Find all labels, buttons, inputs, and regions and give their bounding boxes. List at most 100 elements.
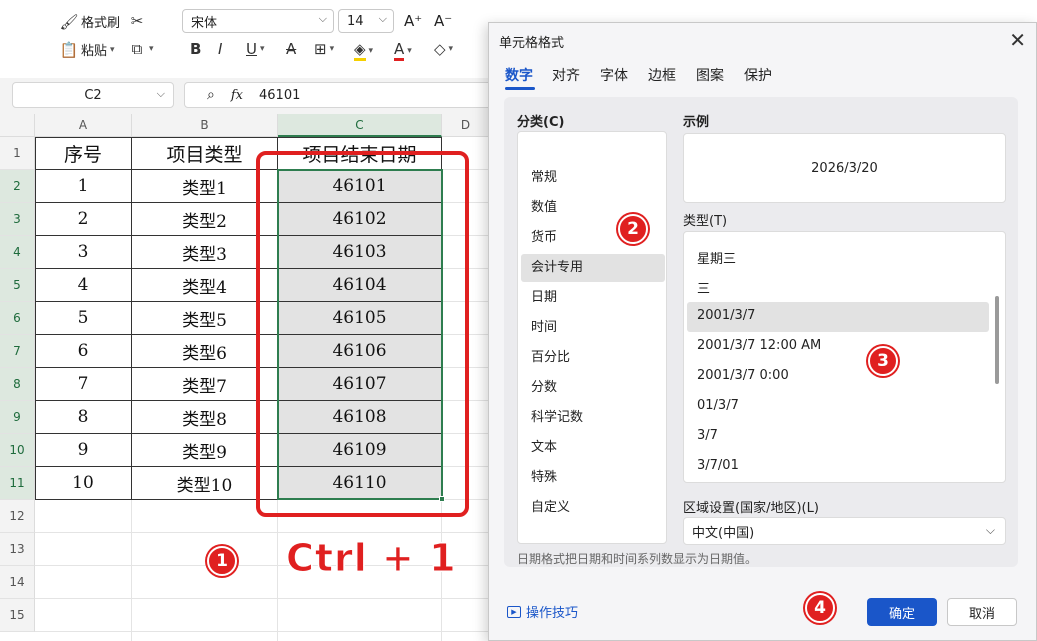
step-badge-3: 3 (868, 346, 898, 376)
formula-input[interactable]: ⌕ fx 46101 (184, 82, 524, 108)
table-cell[interactable]: 5 (35, 302, 132, 335)
tips-link[interactable]: ▶ 操作技巧 (507, 602, 578, 621)
italic-button[interactable]: I (218, 40, 222, 58)
category-item[interactable]: 常规 (531, 166, 557, 185)
close-icon[interactable]: ✕ (1009, 28, 1026, 52)
copy-button[interactable]: ⧉ ▾ (128, 40, 154, 58)
tab-protection[interactable]: 保护 (744, 65, 772, 85)
row-header-2[interactable]: 2 (0, 170, 35, 203)
column-header-a[interactable]: A (35, 114, 132, 137)
chevron-down-icon: ▾ (259, 44, 265, 54)
row-header-5[interactable]: 5 (0, 269, 35, 302)
row-header-4[interactable]: 4 (0, 236, 35, 269)
table-cell[interactable]: 3 (35, 236, 132, 269)
bold-button[interactable]: B (190, 40, 201, 58)
type-item[interactable]: 2001/3/7 0:00 (697, 368, 789, 383)
type-item[interactable]: 三 (697, 278, 710, 297)
table-cell[interactable]: 7 (35, 368, 132, 401)
category-item[interactable]: 会计专用 (531, 256, 583, 275)
category-item[interactable]: 百分比 (531, 346, 570, 365)
category-item[interactable]: 自定义 (531, 496, 570, 515)
type-list[interactable]: 星期三三 2001/3/7 2001/3/7 12:00 AM 2001/3/7 0:… (683, 231, 1006, 483)
select-all-corner[interactable] (0, 114, 35, 137)
chevron-down-icon: ⌵ (318, 12, 327, 25)
row-header-7[interactable]: 7 (0, 335, 35, 368)
table-header-cell[interactable]: 序号 (35, 137, 132, 170)
category-item[interactable]: 时间 (531, 316, 557, 335)
format-cells-dialog: 单元格格式 ✕ 数字 对齐 字体 边框 图案 保护 分类(C) 常规 数值 货币 会计… (488, 22, 1037, 641)
play-icon: ▶ (507, 605, 521, 618)
tab-number[interactable]: 数字 (505, 65, 533, 85)
cancel-button[interactable]: 取消 (947, 598, 1017, 626)
ok-button[interactable]: 确定 (867, 598, 937, 626)
font-size-select[interactable]: 14 ⌵ (338, 9, 394, 33)
table-cell[interactable]: 1 (35, 170, 132, 203)
category-item[interactable]: 货币 (531, 226, 557, 245)
borders-icon: ⊞ (314, 40, 327, 58)
tab-font[interactable]: 字体 (600, 65, 628, 85)
type-item[interactable]: 3/7/01 (697, 458, 739, 473)
category-item[interactable]: 分数 (531, 376, 557, 395)
type-item[interactable]: 01/3/7 (697, 398, 739, 413)
name-box[interactable]: C2 ⌵ (12, 82, 174, 108)
row-header-3[interactable]: 3 (0, 203, 35, 236)
shortcut-label: Ctrl + 1 (286, 536, 457, 581)
underline-button[interactable]: U ▾ (246, 40, 265, 58)
font-color-button[interactable]: A ▾ (394, 40, 412, 61)
table-cell[interactable]: 6 (35, 335, 132, 368)
category-item[interactable]: 文本 (531, 436, 557, 455)
format-painter-button[interactable]: 🖌 格式刷 (59, 12, 120, 32)
bold-icon: B (190, 40, 202, 58)
tab-alignment[interactable]: 对齐 (552, 65, 580, 85)
type-item[interactable]: 星期三 (697, 248, 736, 267)
category-item[interactable]: 科学记数 (531, 406, 583, 425)
paste-button[interactable]: 📋 粘贴 ▾ (60, 40, 115, 60)
step-badge-1: 1 (207, 546, 237, 576)
category-item[interactable]: 数值 (531, 196, 557, 215)
column-header-c[interactable]: C (278, 114, 442, 137)
row-header-12[interactable]: 12 (0, 500, 35, 533)
table-top-border (35, 137, 442, 138)
decrease-font-button[interactable]: A⁻ (434, 12, 452, 30)
table-cell[interactable]: 9 (35, 434, 132, 467)
chevron-down-icon: ⌵ (378, 12, 387, 25)
type-item[interactable]: 2001/3/7 (697, 308, 755, 323)
row-header-1[interactable]: 1 (0, 137, 35, 170)
row-header-14[interactable]: 14 (0, 566, 35, 599)
increase-font-button[interactable]: A⁺ (404, 12, 422, 30)
column-header-d[interactable]: D (442, 114, 490, 137)
table-cell[interactable]: 8 (35, 401, 132, 434)
table-cell[interactable]: 2 (35, 203, 132, 236)
borders-button[interactable]: ⊞ ▾ (314, 40, 334, 58)
row-header-8[interactable]: 8 (0, 368, 35, 401)
category-list[interactable]: 常规数值货币会计专用日期时间百分比分数科学记数文本特殊自定义 (517, 131, 667, 544)
type-label: 类型(T) (683, 214, 728, 229)
zoom-icon[interactable]: ⌕ (207, 87, 215, 103)
table-cell[interactable]: 4 (35, 269, 132, 302)
strikethrough-button[interactable]: A (286, 40, 296, 58)
type-item[interactable]: 2001/3/7 12:00 AM (697, 338, 821, 353)
step-badge-2: 2 (618, 214, 648, 244)
type-item[interactable]: 3/7 (697, 428, 718, 443)
row-header-6[interactable]: 6 (0, 302, 35, 335)
category-item[interactable]: 特殊 (531, 466, 557, 485)
fx-icon[interactable]: fx (231, 88, 243, 103)
column-header-b[interactable]: B (132, 114, 278, 137)
fill-color-button[interactable]: ◈ ▾ (354, 40, 373, 61)
font-name-select[interactable]: 宋体 ⌵ (182, 9, 334, 33)
row-header-10[interactable]: 10 (0, 434, 35, 467)
row-header-11[interactable]: 11 (0, 467, 35, 500)
row-header-9[interactable]: 9 (0, 401, 35, 434)
table-cell[interactable]: 10 (35, 467, 132, 500)
cut-button[interactable]: ✂ (128, 12, 146, 30)
locale-label: 区域设置(国家/地区)(L) (683, 501, 819, 516)
tab-pattern[interactable]: 图案 (696, 65, 724, 85)
font-color-icon: A (394, 40, 405, 61)
row-header-13[interactable]: 13 (0, 533, 35, 566)
row-header-15[interactable]: 15 (0, 599, 35, 632)
clear-format-button[interactable]: ◇ ▾ (434, 40, 453, 58)
category-item[interactable]: 日期 (531, 286, 557, 305)
locale-select[interactable]: 中文(中国) ⌵ (683, 517, 1006, 545)
tab-border[interactable]: 边框 (648, 65, 676, 85)
type-list-scrollbar[interactable] (995, 296, 999, 384)
